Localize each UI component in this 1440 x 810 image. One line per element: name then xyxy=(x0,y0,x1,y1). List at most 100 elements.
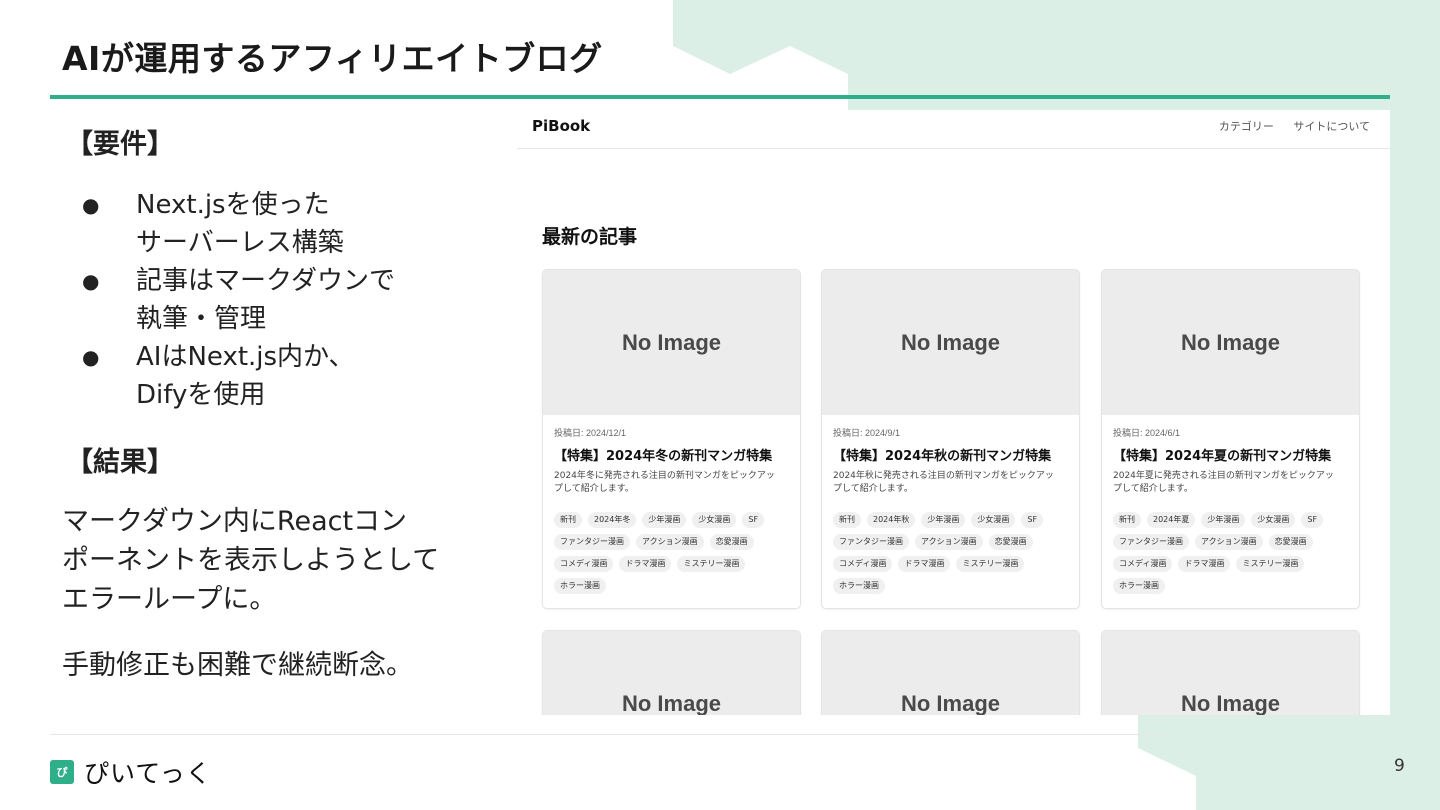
article-card[interactable]: No Image xyxy=(821,630,1080,715)
site-header: PiBook カテゴリー サイトについて xyxy=(517,110,1390,149)
result-line: マークダウン内にReactコン xyxy=(62,506,408,537)
tag-chip[interactable]: 少年漫画 xyxy=(642,512,687,528)
tag-chip[interactable]: 恋愛漫画 xyxy=(1268,534,1313,550)
result-line: ポーネントを表示しようとして xyxy=(62,545,440,576)
site-logo[interactable]: PiBook xyxy=(532,117,590,135)
article-card[interactable]: No Image 投稿日: 2024/6/1 【特集】2024年夏の新刊マンガ特集 2… xyxy=(1101,269,1360,609)
requirement-line: AIはNext.js内か、 xyxy=(136,342,355,372)
tag-chip[interactable]: 少年漫画 xyxy=(1201,512,1246,528)
card-image-placeholder: No Image xyxy=(1102,270,1359,415)
card-tags: 新刊 2024年夏 少年漫画 少女漫画 SF ファンタジー漫画 アクション漫画 恋愛漫画コメデ… xyxy=(1113,512,1347,594)
tag-chip[interactable]: ホラー漫画 xyxy=(833,578,885,594)
tag-chip[interactable]: ミステリー漫画 xyxy=(1236,556,1305,572)
bullet-dot: ● xyxy=(82,193,100,217)
article-card[interactable]: No Image 投稿日: 2024/12/1 【特集】2024年冬の新刊マンガ特集… xyxy=(542,269,801,609)
requirement-line: Next.jsを使った xyxy=(136,190,330,220)
requirements-heading: 【要件】 xyxy=(66,129,174,160)
card-tags: 新刊 2024年冬 少年漫画 少女漫画 SF ファンタジー漫画 アクション漫画 恋愛漫画コメデ… xyxy=(554,512,788,594)
tag-chip[interactable]: 新刊 xyxy=(1113,512,1141,528)
tag-chip[interactable]: ファンタジー漫画 xyxy=(1113,534,1189,550)
card-body: 投稿日: 2024/12/1 【特集】2024年冬の新刊マンガ特集 2024年冬に発… xyxy=(543,415,800,604)
card-image-placeholder: No Image xyxy=(543,631,800,715)
result-paragraph: マークダウン内にReactコン ポーネントを表示しようとして エラーループに。 xyxy=(62,502,472,619)
requirement-item: ● Next.jsを使った サーバーレス構築 xyxy=(82,186,395,262)
tag-chip[interactable]: ミステリー漫画 xyxy=(956,556,1025,572)
card-description-line: プして紹介します。 xyxy=(554,484,634,494)
tag-chip[interactable]: ホラー漫画 xyxy=(1113,578,1165,594)
bullet-dot: ● xyxy=(82,269,100,293)
tag-chip[interactable]: 少女漫画 xyxy=(1251,512,1296,528)
tag-chip[interactable]: 2024年冬 xyxy=(588,512,637,528)
decor-top-shape xyxy=(673,0,1440,110)
card-description-line: プして紹介します。 xyxy=(833,484,913,494)
card-body: 投稿日: 2024/9/1 【特集】2024年秋の新刊マンガ特集 2024年秋に発売… xyxy=(822,415,1079,604)
blog-screenshot: PiBook カテゴリー サイトについて 最新の記事 No Image 投稿日: … xyxy=(517,110,1390,715)
tag-chip[interactable]: 少女漫画 xyxy=(971,512,1016,528)
article-card[interactable]: No Image xyxy=(542,630,801,715)
tag-chip[interactable]: アクション漫画 xyxy=(915,534,983,550)
card-description: 2024年冬に発売される注目の新刊マンガをピックアッ プして紹介します。 xyxy=(554,470,788,496)
tag-chip[interactable]: ドラマ漫画 xyxy=(898,556,951,572)
card-date: 投稿日: 2024/12/1 xyxy=(554,428,627,438)
article-card[interactable]: No Image xyxy=(1101,630,1360,715)
card-title[interactable]: 【特集】2024年冬の新刊マンガ特集 xyxy=(554,445,788,464)
tag-chip[interactable]: ファンタジー漫画 xyxy=(554,534,630,550)
card-body: 投稿日: 2024/6/1 【特集】2024年夏の新刊マンガ特集 2024年夏に発売… xyxy=(1102,415,1359,604)
card-image-placeholder: No Image xyxy=(543,270,800,415)
requirement-line: 執筆・管理 xyxy=(136,304,267,334)
logo-mark-icon: ぴ xyxy=(50,760,74,784)
tag-chip[interactable]: アクション漫画 xyxy=(636,534,704,550)
bullet-dot: ● xyxy=(82,345,100,369)
latest-articles-heading: 最新の記事 xyxy=(542,226,638,248)
tag-chip[interactable]: アクション漫画 xyxy=(1195,534,1263,550)
tag-chip[interactable]: 2024年夏 xyxy=(1147,512,1196,528)
tag-chip[interactable]: コメディ漫画 xyxy=(833,556,893,572)
tag-chip[interactable]: 恋愛漫画 xyxy=(709,534,754,550)
card-description-line: プして紹介します。 xyxy=(1113,484,1193,494)
card-image-placeholder: No Image xyxy=(822,631,1079,715)
nav-link-categories[interactable]: カテゴリー xyxy=(1219,120,1274,133)
requirements-list: ● Next.jsを使った サーバーレス構築 ● 記事はマークダウンで 執筆・管… xyxy=(82,186,395,414)
page-number: 9 xyxy=(1394,756,1405,776)
slide-title: AIが運用するアフィリエイトブログ xyxy=(62,39,603,78)
tag-chip[interactable]: 少年漫画 xyxy=(921,512,966,528)
card-description-line: 2024年秋に発売される注目の新刊マンガをピックアッ xyxy=(833,471,1054,481)
tag-chip[interactable]: 少女漫画 xyxy=(692,512,737,528)
results-heading: 【結果】 xyxy=(66,447,174,478)
tag-chip[interactable]: SF xyxy=(742,512,765,528)
card-description: 2024年夏に発売される注目の新刊マンガをピックアッ プして紹介します。 xyxy=(1113,470,1347,496)
title-divider xyxy=(50,95,1390,99)
tag-chip[interactable]: 新刊 xyxy=(554,512,582,528)
tag-chip[interactable]: ミステリー漫画 xyxy=(677,556,746,572)
tag-chip[interactable]: ドラマ漫画 xyxy=(619,556,672,572)
card-title[interactable]: 【特集】2024年秋の新刊マンガ特集 xyxy=(833,445,1067,464)
footer-divider xyxy=(50,734,1170,735)
nav-link-about[interactable]: サイトについて xyxy=(1293,120,1370,133)
tag-chip[interactable]: SF xyxy=(1021,512,1044,528)
card-tags: 新刊 2024年秋 少年漫画 少女漫画 SF ファンタジー漫画 アクション漫画 恋愛漫画コメデ… xyxy=(833,512,1067,594)
article-card[interactable]: No Image 投稿日: 2024/9/1 【特集】2024年秋の新刊マンガ特集 2… xyxy=(821,269,1080,609)
tag-chip[interactable]: 新刊 xyxy=(833,512,861,528)
tag-chip[interactable]: コメディ漫画 xyxy=(554,556,614,572)
requirement-line: サーバーレス構築 xyxy=(136,228,344,258)
result-conclusion: 手動修正も困難で継続断念。 xyxy=(62,650,413,681)
requirement-item: ● 記事はマークダウンで 執筆・管理 xyxy=(82,262,395,338)
footer-logo: ぴ ぴいてっく xyxy=(50,754,212,790)
requirement-line: Difyを使用 xyxy=(136,380,266,410)
card-description-line: 2024年夏に発売される注目の新刊マンガをピックアッ xyxy=(1113,471,1334,481)
tag-chip[interactable]: ファンタジー漫画 xyxy=(833,534,909,550)
tag-chip[interactable]: ホラー漫画 xyxy=(554,578,606,594)
card-title[interactable]: 【特集】2024年夏の新刊マンガ特集 xyxy=(1113,445,1347,464)
logo-wordmark: ぴいてっく xyxy=(84,759,212,788)
tag-chip[interactable]: ドラマ漫画 xyxy=(1178,556,1231,572)
requirement-item: ● AIはNext.js内か、 Difyを使用 xyxy=(82,338,395,414)
tag-chip[interactable]: 恋愛漫画 xyxy=(988,534,1033,550)
result-line: エラーループに。 xyxy=(62,584,277,615)
tag-chip[interactable]: SF xyxy=(1301,512,1324,528)
tag-chip[interactable]: 2024年秋 xyxy=(867,512,916,528)
card-date: 投稿日: 2024/9/1 xyxy=(833,428,901,438)
card-description-line: 2024年冬に発売される注目の新刊マンガをピックアッ xyxy=(554,471,775,481)
tag-chip[interactable]: コメディ漫画 xyxy=(1113,556,1173,572)
decor-right-strip xyxy=(1390,110,1440,715)
card-date: 投稿日: 2024/6/1 xyxy=(1113,428,1181,438)
